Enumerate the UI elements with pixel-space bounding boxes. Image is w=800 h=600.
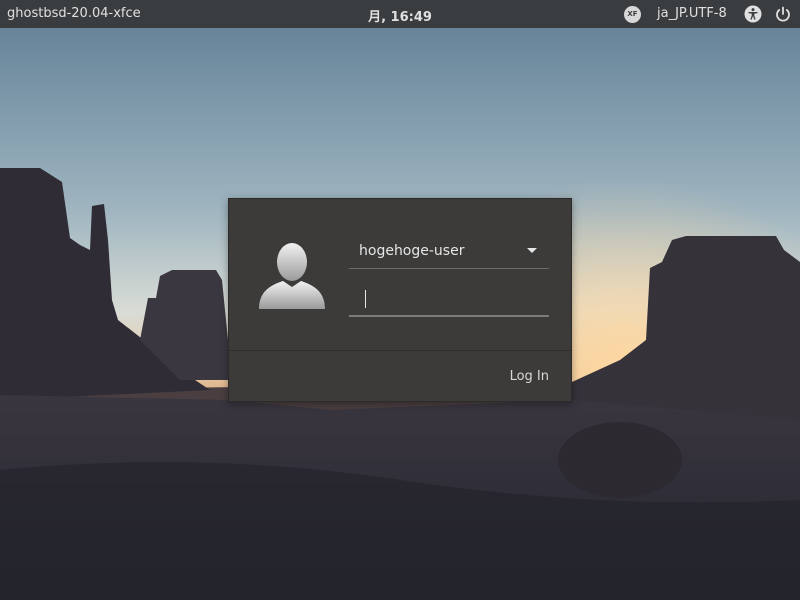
- accessibility-icon[interactable]: [744, 5, 762, 23]
- top-panel: ghostbsd-20.04-xfce 月, 16:49 XF ja_JP.UT…: [0, 0, 800, 28]
- language-selector[interactable]: ja_JP.UTF-8: [657, 6, 727, 21]
- password-input[interactable]: [349, 279, 549, 317]
- user-avatar-icon: [259, 243, 325, 309]
- xf-badge-icon[interactable]: XF: [624, 6, 641, 23]
- dropdown-arrow-icon: [527, 248, 537, 253]
- user-select[interactable]: hogehoge-user: [349, 233, 549, 269]
- hostname-label: ghostbsd-20.04-xfce: [7, 6, 141, 21]
- clock-label[interactable]: 月, 16:49: [368, 10, 432, 25]
- login-button[interactable]: Log In: [506, 365, 553, 388]
- power-icon[interactable]: [774, 5, 792, 23]
- login-dialog: hogehoge-user Log In: [228, 198, 572, 402]
- dialog-divider: [229, 350, 571, 351]
- selected-user-label: hogehoge-user: [359, 243, 465, 259]
- text-caret: [365, 290, 366, 308]
- greeter-screen: ghostbsd-20.04-xfce 月, 16:49 XF ja_JP.UT…: [0, 0, 800, 600]
